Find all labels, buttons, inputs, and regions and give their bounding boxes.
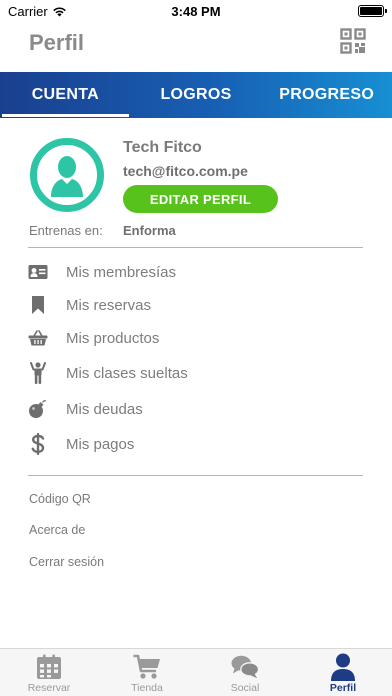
user-name: Tech Fitco: [123, 139, 202, 156]
menu-item-label: Mis membresías: [66, 263, 177, 281]
menu-item-label: Mis pagos: [66, 435, 135, 453]
profile-card: Tech Fitco tech@fitco.com.pe EDITAR PERF…: [0, 118, 392, 248]
basket-icon: [27, 327, 49, 349]
menu-item-label: Mis deudas: [66, 400, 143, 418]
edit-profile-button[interactable]: EDITAR PERFIL: [123, 185, 278, 213]
tabbar-item-tienda[interactable]: Tienda: [98, 649, 196, 696]
logout-link[interactable]: Cerrar sesión: [29, 555, 104, 569]
tabbar-label: Reservar: [27, 682, 71, 694]
divider: [28, 475, 363, 476]
bookmark-icon: [27, 294, 49, 316]
avatar: [30, 138, 104, 212]
bottom-tab-bar: Reservar Tienda Social Perfil: [0, 648, 392, 696]
status-time: 3:48 PM: [171, 4, 221, 19]
menu-item-deudas[interactable]: Mis deudas: [0, 393, 392, 425]
tabbar-label: Social: [230, 682, 260, 694]
tabbar-item-perfil[interactable]: Perfil: [294, 649, 392, 696]
header: Perfil: [0, 22, 392, 70]
page-title: Perfil: [29, 30, 85, 55]
tabbar-label: Perfil: [329, 682, 357, 694]
user-icon: [329, 653, 357, 681]
divider: [28, 247, 363, 248]
status-bar: Carrier 3:48 PM: [0, 0, 392, 22]
tabbar-item-social[interactable]: Social: [196, 649, 294, 696]
qr-code-link[interactable]: Código QR: [29, 492, 91, 506]
menu-item-pagos[interactable]: Mis pagos: [0, 428, 392, 460]
gym-label: Entrenas en:: [29, 223, 103, 238]
user-silhouette-icon: [51, 156, 83, 197]
battery-icon: [358, 5, 387, 17]
user-email: tech@fitco.com.pe: [123, 163, 248, 179]
bomb-icon: [27, 398, 49, 420]
menu-item-reservas[interactable]: Mis reservas: [0, 289, 392, 321]
gym-value: Enforma: [123, 223, 176, 238]
cart-icon: [133, 653, 161, 681]
tabbar-item-reservar[interactable]: Reservar: [0, 649, 98, 696]
profile-tabs: CUENTA LOGROS PROGRESO: [0, 72, 392, 118]
calendar-icon: [35, 653, 63, 681]
qr-code-button[interactable]: [340, 28, 366, 54]
menu-item-productos[interactable]: Mis productos: [0, 322, 392, 354]
menu-item-label: Mis clases sueltas: [66, 364, 188, 382]
about-link[interactable]: Acerca de: [29, 523, 85, 537]
tabbar-label: Tienda: [131, 682, 163, 694]
menu-item-label: Mis reservas: [66, 296, 152, 314]
qr-code-icon: [340, 28, 366, 54]
id-card-icon: [27, 261, 49, 283]
menu-item-label: Mis productos: [66, 329, 160, 347]
chat-bubbles-icon: [231, 653, 259, 681]
tab-logros[interactable]: LOGROS: [131, 72, 262, 118]
tab-cuenta[interactable]: CUENTA: [0, 72, 131, 118]
menu-item-membresias[interactable]: Mis membresías: [0, 256, 392, 288]
tab-progreso[interactable]: PROGRESO: [261, 72, 392, 118]
dollar-icon: [27, 433, 49, 455]
person-arms-up-icon: [27, 362, 49, 384]
menu-item-clases-sueltas[interactable]: Mis clases sueltas: [0, 357, 392, 389]
